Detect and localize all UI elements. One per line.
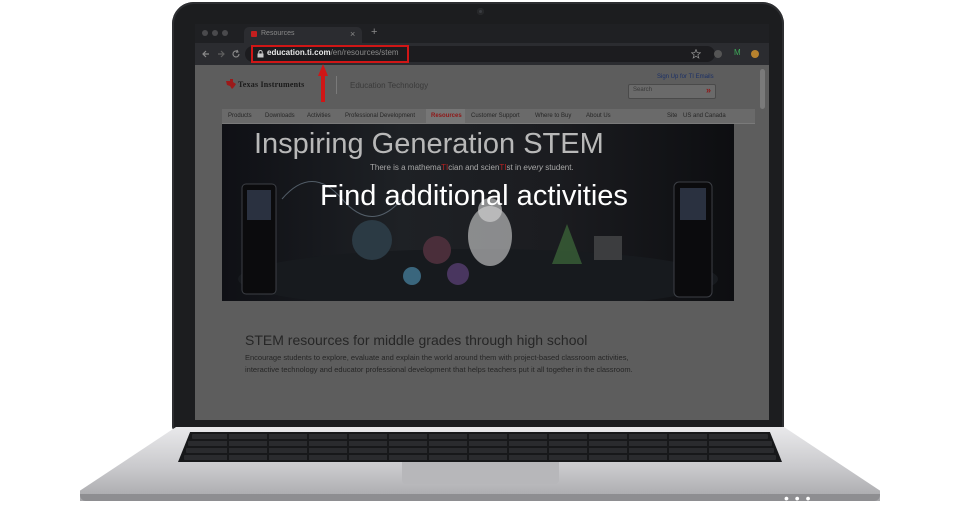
nav-region-selector[interactable]: US and Canada [683, 113, 726, 119]
section-title: Education Technology [350, 81, 429, 90]
laptop-front-edge [80, 494, 880, 501]
browser-tab[interactable]: Resources × [244, 27, 362, 43]
subtitle-part: student. [542, 163, 574, 172]
tab-close-icon[interactable]: × [350, 29, 355, 39]
signup-link[interactable]: Sign Up for TI Emails [657, 74, 714, 80]
nav-where-to-buy[interactable]: Where to Buy [535, 113, 571, 119]
forward-arrow-icon[interactable] [216, 49, 226, 59]
search-button[interactable]: » [706, 85, 711, 95]
subtitle-part: There is a mathema [370, 163, 442, 172]
ti-logo[interactable]: Texas Instruments [226, 79, 304, 89]
browser-tab-bar: Resources × + [195, 24, 769, 43]
webcam [477, 8, 484, 15]
content-heading: STEM resources for middle grades through… [245, 332, 588, 348]
extension-icon[interactable] [714, 50, 722, 58]
hero-title: Inspiring Generation STEM [254, 128, 604, 160]
tab-title: Resources [261, 30, 295, 37]
content-body-line-1: Encourage students to explore, evaluate … [245, 353, 629, 362]
trackpad [402, 462, 559, 484]
nav-professional-development[interactable]: Professional Development [345, 113, 415, 119]
texas-state-icon [226, 79, 236, 89]
ti-favicon-icon [251, 31, 257, 37]
keyboard-keys [184, 432, 776, 462]
nav-resources[interactable]: Resources [431, 113, 462, 119]
back-arrow-icon[interactable] [201, 49, 211, 59]
reload-icon[interactable] [231, 49, 241, 59]
nav-products[interactable]: Products [228, 113, 252, 119]
overlay-caption: Find additional activities [320, 180, 628, 212]
hero-subtitle: There is a mathemaTIcian and scienTIst i… [370, 163, 574, 172]
nav-activities[interactable]: Activities [307, 113, 331, 119]
window-maximize-control[interactable] [222, 30, 228, 36]
window-minimize-control[interactable] [212, 30, 218, 36]
new-tab-button[interactable]: + [371, 26, 377, 38]
subtitle-part: st in [506, 163, 524, 172]
star-icon[interactable] [691, 49, 701, 59]
laptop-screen: Resources × + education.ti.com/en/resour… [195, 24, 769, 420]
keyboard [178, 432, 782, 462]
subtitle-emphasis: every [523, 163, 543, 172]
url-highlight-box [251, 45, 409, 63]
avatar[interactable] [751, 50, 759, 58]
subtitle-part: cian and scien [448, 163, 500, 172]
nav-customer-support[interactable]: Customer Support [471, 113, 520, 119]
nav-downloads[interactable]: Downloads [265, 113, 295, 119]
pointer-arrow-icon [318, 64, 328, 102]
gear-icon [352, 220, 392, 260]
subtitle-ti: TI [499, 163, 507, 172]
search-placeholder: Search [633, 87, 653, 93]
logo-text: Texas Instruments [238, 79, 305, 89]
page-scrollbar[interactable] [760, 69, 765, 109]
profile-badge[interactable]: M [734, 48, 741, 57]
search-input[interactable]: Search » [628, 84, 716, 99]
nav-about-us[interactable]: About Us [586, 113, 611, 119]
content-body-line-2: interactive technology and educator prof… [245, 365, 633, 374]
window-close-control[interactable] [202, 30, 208, 36]
carousel-dots[interactable]: • • • [784, 490, 811, 506]
header-divider [336, 76, 337, 94]
nav-site-label: Site [667, 113, 678, 119]
